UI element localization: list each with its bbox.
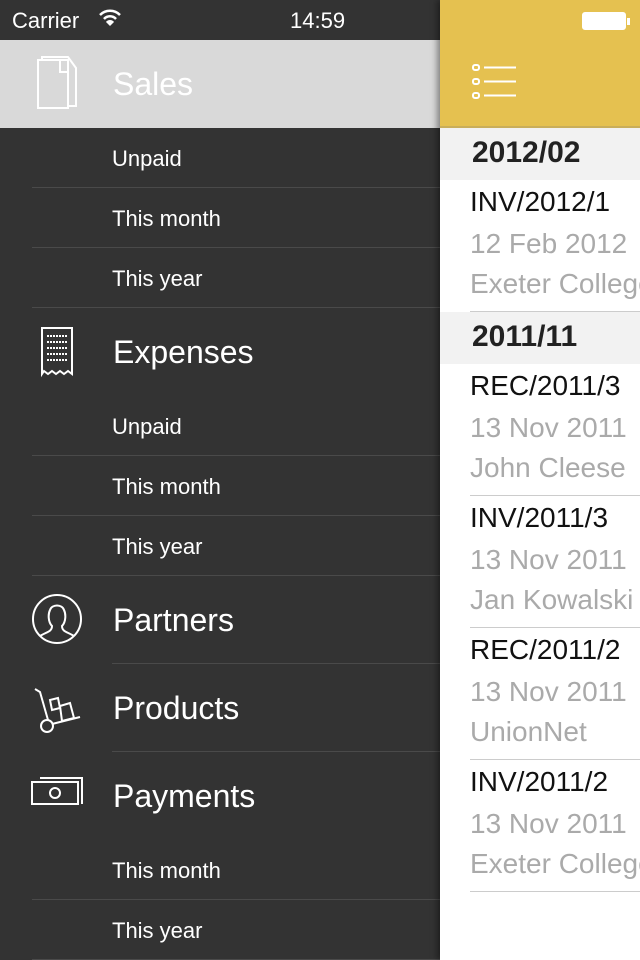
document-date: 13 Nov 2011 [470,676,627,707]
sidebar-subitem-label: This month [112,858,221,883]
sidebar-subitem-this-month[interactable]: This month [0,188,440,248]
sidebar-subitem-label: This year [112,534,203,559]
sidebar-subitem-label: This year [112,266,203,291]
sidebar-item-label: Expenses [113,334,254,370]
sidebar-item-partners[interactable]: Partners [0,576,440,664]
list-item[interactable]: INV/2011/3 13 Nov 2011 Jan Kowalski [470,496,640,628]
sidebar-subitem-this-year[interactable]: This year [0,900,440,960]
sidebar-subitem-label: Unpaid [112,146,182,171]
document-number: INV/2012/1 [470,186,611,217]
document-date: 12 Feb 2012 [470,228,628,259]
receipt-icon [30,324,86,380]
sidebar-item-products[interactable]: Products [0,664,440,752]
sidebar-subitem-unpaid[interactable]: Unpaid [0,128,440,188]
sidebar-item-label: Products [113,690,240,726]
partner-name: Exeter College [470,848,640,879]
list-item[interactable]: INV/2012/1 12 Feb 2012 Exeter College [470,180,640,312]
sidebar-subitem-this-year[interactable]: This year [0,248,440,308]
person-icon [30,592,86,648]
document-number: REC/2011/2 [470,634,621,665]
sidebar-item-payments[interactable]: Payments [0,752,440,840]
document-icon [30,56,86,112]
document-date: 13 Nov 2011 [470,412,627,443]
battery-icon [582,12,630,30]
sidebar-menu: Sales Unpaid This month This year Expenses Un… [0,40,440,960]
sidebar-subitem-this-month[interactable]: This month [0,456,440,516]
sidebar-subitem-label: This month [112,206,221,231]
hand-truck-icon [30,680,86,736]
sidebar-subitem-label: This year [112,918,203,943]
nav-bar [440,0,640,128]
carrier-label: Carrier [12,8,80,33]
list-item[interactable]: INV/2011/2 13 Nov 2011 Exeter College [470,760,640,892]
invoice-list-panel: 2012/02 INV/2012/1 12 Feb 2012 Exeter Colle… [440,0,640,960]
list-item[interactable]: REC/2011/3 13 Nov 2011 John Cleese [470,364,640,496]
wifi-icon [99,9,121,26]
sidebar-item-label: Payments [113,778,256,814]
menu-list-icon[interactable] [470,62,518,102]
document-number: INV/2011/3 [470,502,609,533]
clock: 14:59 [290,8,346,33]
sidebar-subitem-label: Unpaid [112,414,182,439]
sidebar-subitem-this-month[interactable]: This month [0,840,440,900]
banknote-icon [30,768,86,824]
sidebar-subitem-this-year[interactable]: This year [0,516,440,576]
partner-name: John Cleese [470,452,626,483]
list-item[interactable]: REC/2011/2 13 Nov 2011 UnionNet [470,628,640,760]
section-header: 2012/02 [440,128,640,180]
partner-name: Exeter College [470,268,640,299]
sidebar-item-expenses[interactable]: Expenses [0,308,440,396]
sidebar-subitem-label: This month [112,474,221,499]
document-number: INV/2011/2 [470,766,609,797]
document-number: REC/2011/3 [470,370,621,401]
partner-name: UnionNet [470,716,587,747]
section-header: 2011/11 [440,312,640,364]
sidebar-item-label: Partners [113,602,234,638]
sidebar-item-label: Sales [113,66,194,102]
sidebar-subitem-unpaid[interactable]: Unpaid [0,396,440,456]
invoice-list: 2012/02 INV/2012/1 12 Feb 2012 Exeter Colle… [440,128,640,892]
sidebar-item-sales[interactable]: Sales [0,40,440,128]
document-date: 13 Nov 2011 [470,808,627,839]
partner-name: Jan Kowalski [470,584,634,615]
document-date: 13 Nov 2011 [470,544,627,575]
